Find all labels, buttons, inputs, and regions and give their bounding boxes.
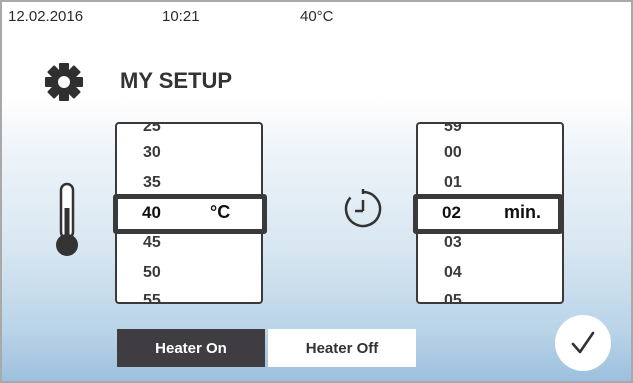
time-unit: min. [504, 202, 542, 222]
heater-off-button[interactable]: Heater Off [268, 329, 416, 367]
timer-icon [344, 189, 382, 228]
temperature-selected-value: 40 [142, 203, 161, 222]
temperature-unit: °C [210, 202, 231, 222]
status-date: 12.02.2016 [8, 8, 84, 25]
status-temperature: 40°C [300, 8, 334, 25]
roller-item[interactable]: 59 [444, 124, 462, 136]
confirm-button[interactable] [555, 315, 611, 371]
roller-item[interactable]: 04 [444, 264, 462, 282]
roller-item[interactable]: 03 [444, 234, 462, 252]
roller-item[interactable]: 05 [444, 292, 462, 302]
temperature-selection[interactable]: 40 °C [113, 194, 267, 234]
roller-item[interactable]: 01 [444, 174, 462, 192]
roller-item[interactable]: 55 [143, 292, 161, 302]
gear-icon [45, 63, 83, 101]
thermometer-icon [56, 182, 78, 256]
time-selection[interactable]: 02 min. [413, 194, 563, 234]
checkmark-icon [571, 331, 595, 354]
time-selected-value: 02 [442, 203, 461, 222]
roller-item[interactable]: 45 [143, 234, 161, 252]
page-title: MY SETUP [120, 68, 233, 93]
screen-frame: 12.02.2016 10:21 40°C MY SETUP 25 30 35 … [0, 0, 633, 383]
heater-on-button[interactable]: Heater On [117, 329, 265, 367]
status-time: 10:21 [162, 8, 200, 25]
roller-item[interactable]: 50 [143, 264, 161, 282]
roller-item[interactable]: 00 [444, 144, 462, 162]
roller-item[interactable]: 30 [143, 144, 161, 162]
roller-item[interactable]: 35 [143, 174, 161, 192]
roller-item[interactable]: 25 [143, 124, 161, 136]
